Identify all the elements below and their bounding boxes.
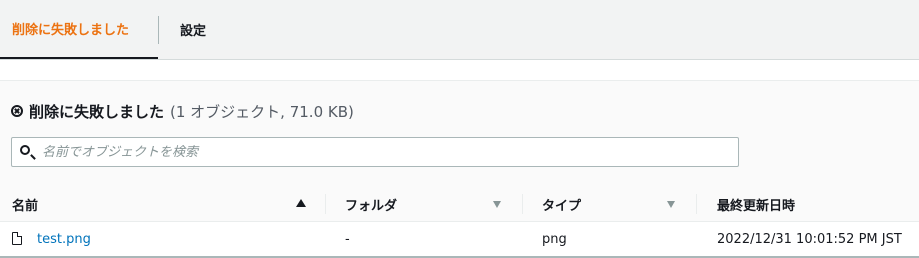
column-separator[interactable] [522, 194, 523, 214]
tab-settings[interactable]: 設定 [180, 0, 206, 59]
tab-settings-label: 設定 [180, 24, 207, 39]
search-icon [20, 145, 30, 155]
sort-icon[interactable] [493, 201, 501, 208]
tab-deletion-failed[interactable]: 削除に失敗しました [0, 0, 158, 59]
x-circle-icon [11, 105, 23, 117]
column-separator[interactable] [325, 194, 326, 214]
sort-icon[interactable] [667, 201, 675, 208]
tab-deletion-failed-label: 削除に失敗しました [12, 23, 130, 38]
table-header: 名前 フォルダ タイプ 最終更新日時 [0, 186, 919, 222]
object-count: (1 オブジェクト, 71.0 KB) [170, 102, 354, 121]
file-icon [12, 232, 22, 245]
panel-title: 削除に失敗しました [29, 102, 165, 121]
cell-folder: - [345, 231, 350, 247]
search-input[interactable] [42, 141, 722, 163]
column-separator[interactable] [696, 194, 697, 214]
tab-divider [158, 16, 159, 44]
file-link[interactable]: test.png [37, 232, 91, 247]
table-row: test.png - png 2022/12/31 10:01:52 PM JS… [0, 222, 919, 258]
search-box [11, 137, 739, 167]
tabs-bar: 削除に失敗しました 設定 [0, 0, 919, 60]
panel-header: 削除に失敗しました (1 オブジェクト, 71.0 KB) [11, 100, 354, 122]
column-header-modified-label: 最終更新日時 [717, 198, 796, 214]
column-header-modified[interactable]: 最終更新日時 [717, 186, 795, 222]
column-header-type-label: タイプ [542, 198, 582, 214]
column-header-type[interactable]: タイプ [542, 186, 581, 222]
cell-name[interactable]: test.png [37, 222, 91, 256]
cell-modified: 2022/12/31 10:01:52 PM JST [717, 231, 902, 247]
column-header-name-label: 名前 [12, 198, 39, 214]
sort-ascending-icon[interactable] [296, 199, 306, 207]
cell-type: png [542, 231, 567, 247]
column-header-folder-label: フォルダ [345, 198, 398, 214]
column-header-folder[interactable]: フォルダ [345, 186, 397, 222]
column-header-name[interactable]: 名前 [12, 186, 38, 222]
